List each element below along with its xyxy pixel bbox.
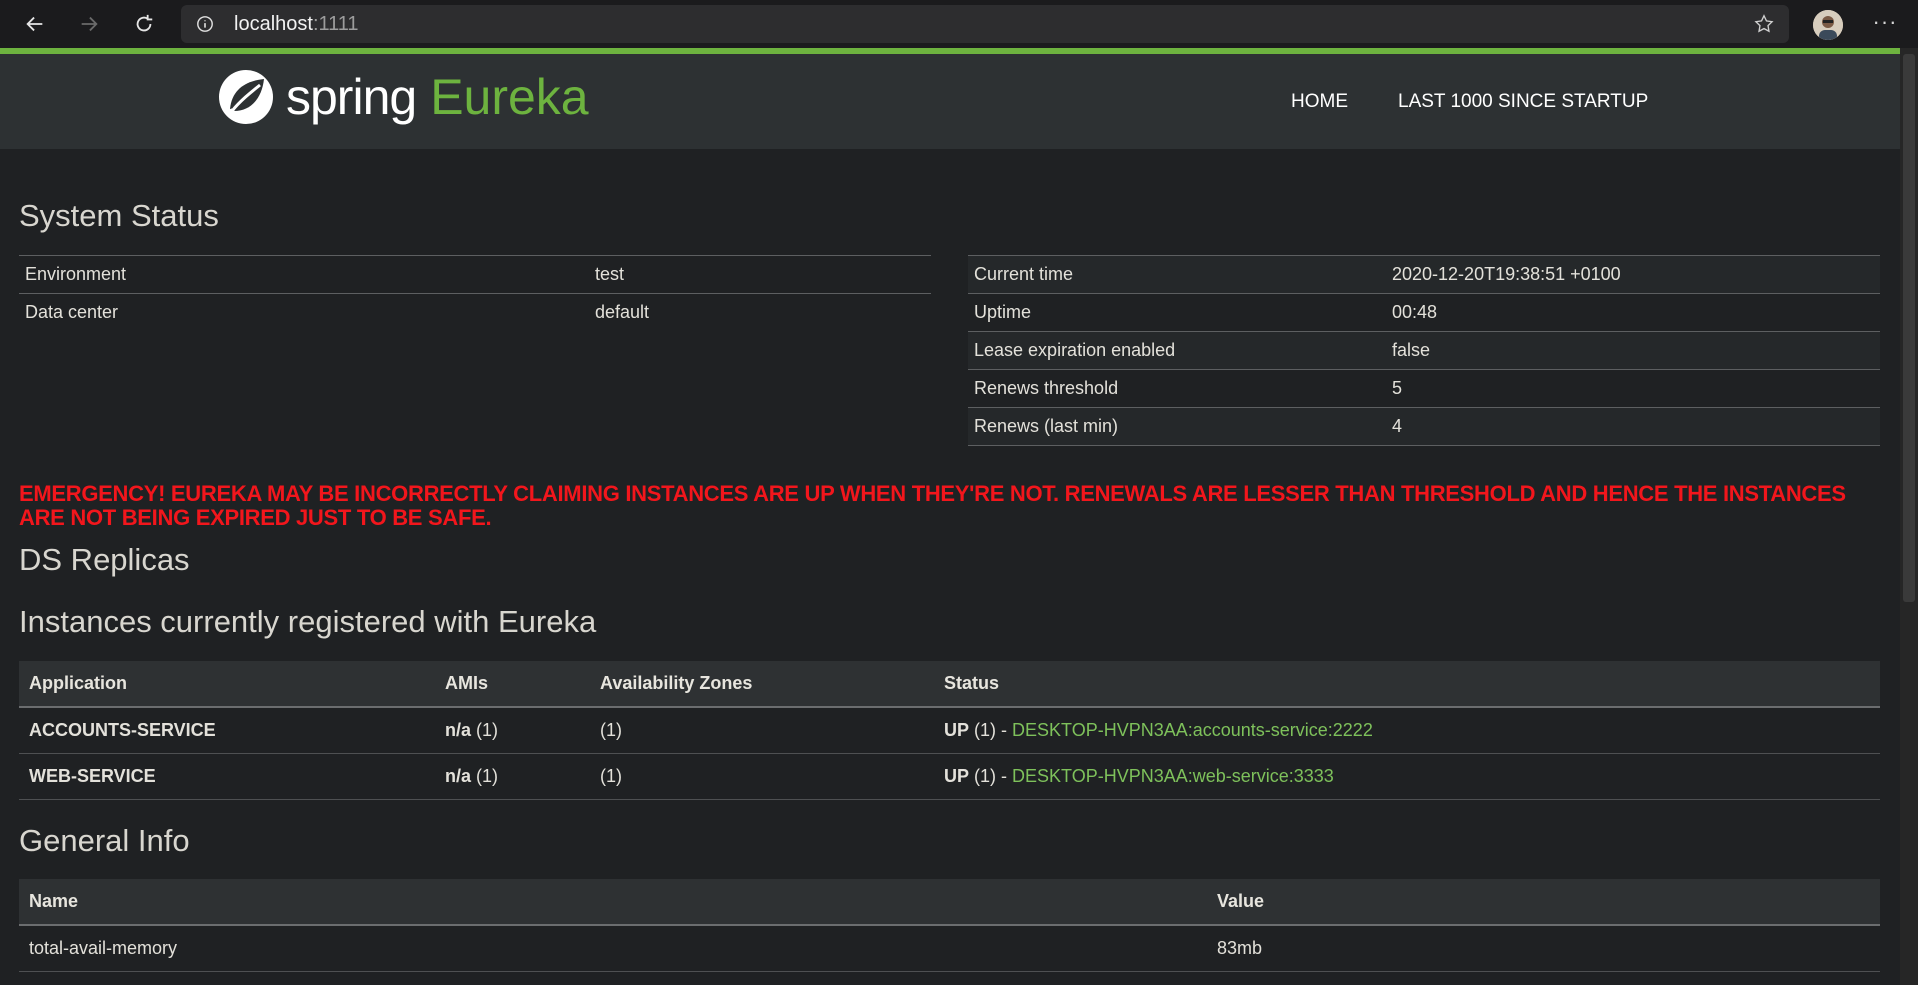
page-scrollbar[interactable] xyxy=(1900,48,1918,985)
arrow-right-icon xyxy=(81,16,98,32)
logo-eureka-text: Eureka xyxy=(430,69,589,125)
nav-link-last-1000[interactable]: LAST 1000 SINCE STARTUP xyxy=(1398,91,1648,113)
instances-heading: Instances currently registered with Eure… xyxy=(19,604,597,639)
table-row: WEB-SERVICE n/a (1) (1) UP (1) - DESKTOP… xyxy=(19,753,1880,800)
table-row: Data center default xyxy=(19,293,931,332)
table-row: Lease expiration enabled false xyxy=(968,331,1880,370)
status-label: Environment xyxy=(19,255,589,294)
forward-button[interactable] xyxy=(70,5,108,43)
table-row: total-avail-memory 83mb xyxy=(19,925,1880,972)
status-label: Current time xyxy=(968,255,1386,294)
browser-toolbar: localhost:1111 ··· xyxy=(0,0,1918,48)
table-row: Uptime 00:48 xyxy=(968,293,1880,332)
status-value: default xyxy=(589,293,931,332)
application-name: ACCOUNTS-SERVICE xyxy=(19,707,435,754)
status-label: Data center xyxy=(19,293,589,332)
column-header-value: Value xyxy=(1207,879,1880,926)
status-value: 2020-12-20T19:38:51 +0100 xyxy=(1386,255,1880,294)
column-header-application: Application xyxy=(19,661,435,708)
eureka-navbar: spring Eureka HOME LAST 1000 SINCE START… xyxy=(0,54,1900,149)
url-text: localhost:1111 xyxy=(234,12,359,35)
info-name: total-avail-memory xyxy=(19,925,1207,972)
zones-cell: (1) xyxy=(590,707,934,754)
table-header-row: Application AMIs Availability Zones Stat… xyxy=(19,661,1880,708)
status-value: 00:48 xyxy=(1386,293,1880,332)
address-bar[interactable]: localhost:1111 xyxy=(181,5,1789,43)
application-name: WEB-SERVICE xyxy=(19,753,435,800)
refresh-button[interactable] xyxy=(125,5,163,43)
favorite-star-icon[interactable] xyxy=(1753,13,1775,35)
status-cell: UP (1) - DESKTOP-HVPN3AA:web-service:333… xyxy=(934,753,1880,800)
arrow-left-icon xyxy=(26,16,43,32)
more-menu-icon[interactable]: ··· xyxy=(1870,9,1900,39)
table-row: Current time 2020-12-20T19:38:51 +0100 xyxy=(968,255,1880,294)
instance-link[interactable]: DESKTOP-HVPN3AA:web-service:3333 xyxy=(1012,766,1334,786)
amis-cell: n/a (1) xyxy=(435,707,590,754)
spring-eureka-logo[interactable]: spring Eureka xyxy=(216,66,589,128)
zones-cell: (1) xyxy=(590,753,934,800)
back-button[interactable] xyxy=(16,5,54,43)
table-row: Renews (last min) 4 xyxy=(968,407,1880,446)
status-value: 5 xyxy=(1386,369,1880,408)
spring-leaf-icon xyxy=(219,70,273,124)
table-row: Renews threshold 5 xyxy=(968,369,1880,408)
nav-link-home[interactable]: HOME xyxy=(1291,91,1348,113)
user-avatar-icon xyxy=(1813,10,1843,40)
column-header-availability-zones: Availability Zones xyxy=(590,661,934,708)
refresh-icon xyxy=(136,14,153,32)
scrollbar-thumb[interactable] xyxy=(1903,54,1915,602)
general-info-heading: General Info xyxy=(19,823,190,858)
status-value: false xyxy=(1386,331,1880,370)
table-header-row: Name Value xyxy=(19,879,1880,926)
info-icon[interactable] xyxy=(196,15,214,33)
info-value: 83mb xyxy=(1207,925,1880,972)
status-value: 4 xyxy=(1386,407,1880,446)
system-status-left-table: Environment test Data center default xyxy=(19,255,931,332)
amis-cell: n/a (1) xyxy=(435,753,590,800)
instance-link[interactable]: DESKTOP-HVPN3AA:accounts-service:2222 xyxy=(1012,720,1373,740)
status-value: test xyxy=(589,255,931,294)
status-label: Renews threshold xyxy=(968,369,1386,408)
ds-replicas-heading: DS Replicas xyxy=(19,542,190,577)
logo-spring-text: spring xyxy=(286,69,417,125)
system-status-heading: System Status xyxy=(19,198,219,233)
column-header-name: Name xyxy=(19,879,1207,926)
table-row: Environment test xyxy=(19,255,931,294)
self-preservation-warning: EMERGENCY! EUREKA MAY BE INCORRECTLY CLA… xyxy=(19,481,1846,530)
status-label: Uptime xyxy=(968,293,1386,332)
status-label: Renews (last min) xyxy=(968,407,1386,446)
status-label: Lease expiration enabled xyxy=(968,331,1386,370)
status-cell: UP (1) - DESKTOP-HVPN3AA:accounts-servic… xyxy=(934,707,1880,754)
column-header-amis: AMIs xyxy=(435,661,590,708)
instances-table: Application AMIs Availability Zones Stat… xyxy=(19,661,1880,800)
system-status-right-table: Current time 2020-12-20T19:38:51 +0100 U… xyxy=(968,255,1880,446)
table-row: ACCOUNTS-SERVICE n/a (1) (1) UP (1) - DE… xyxy=(19,707,1880,754)
general-info-table: Name Value total-avail-memory 83mb xyxy=(19,879,1880,972)
profile-avatar[interactable] xyxy=(1813,10,1843,40)
column-header-status: Status xyxy=(934,661,1880,708)
